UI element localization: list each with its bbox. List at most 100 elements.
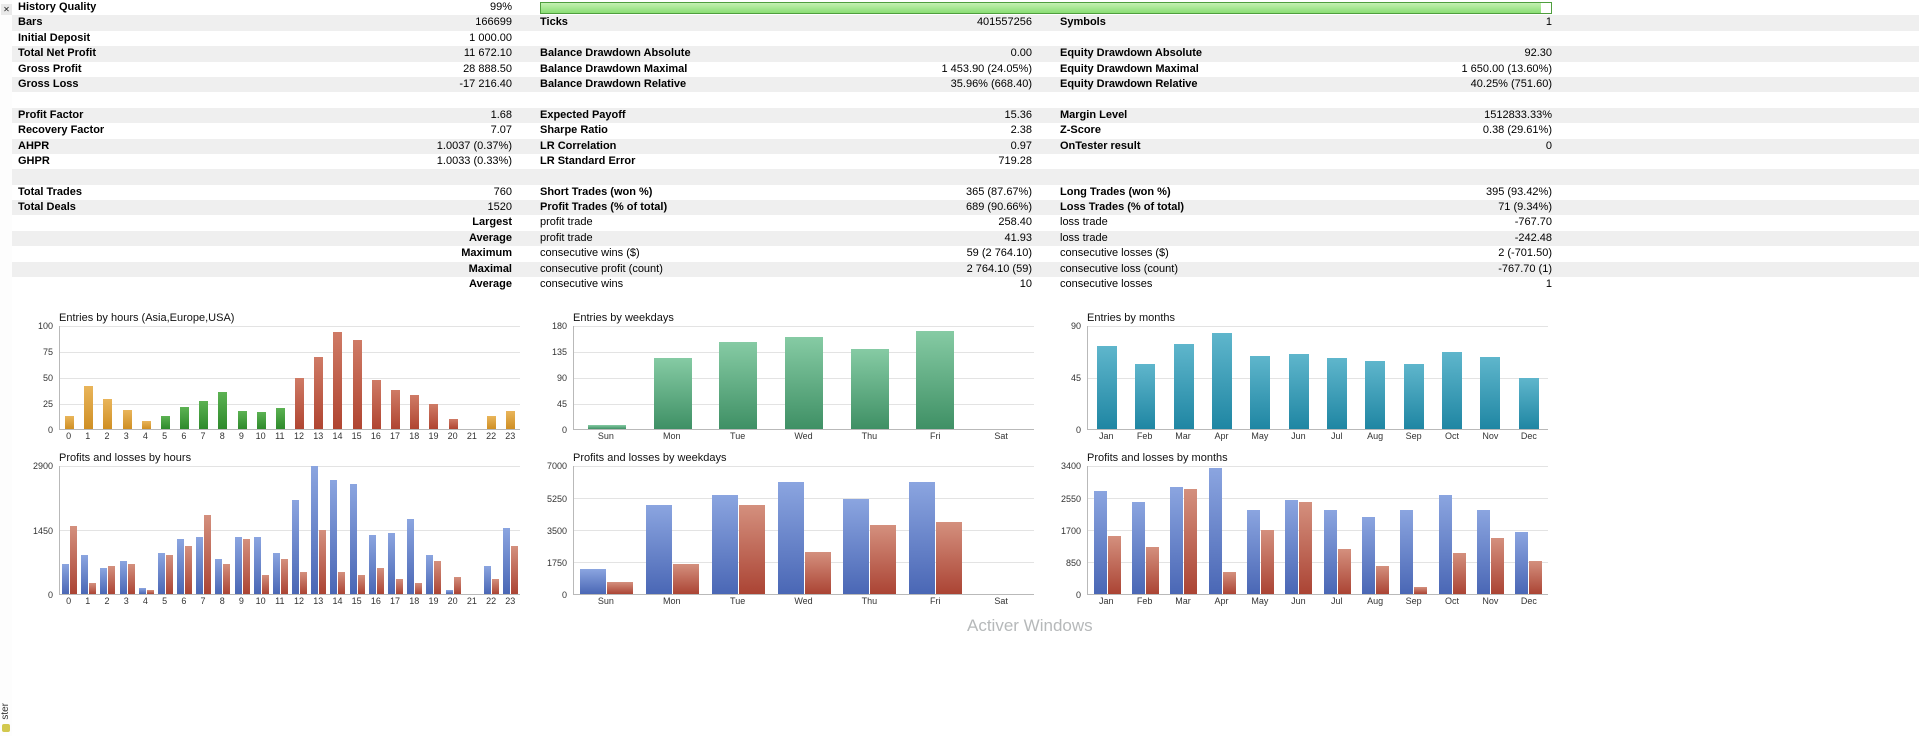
x-tick-label: 18 — [409, 431, 420, 442]
bar — [1208, 468, 1222, 595]
bar — [1403, 364, 1424, 430]
bar-group — [574, 326, 640, 430]
x-tick-label: 0 — [66, 431, 72, 442]
stats-row: Total Deals 1520 Profit Trades (% of total… — [12, 200, 1919, 216]
bar — [511, 545, 519, 595]
bar-group — [290, 466, 309, 595]
panel-edge: ✕ ster — [0, 0, 12, 736]
stat-value — [1372, 92, 1552, 107]
x-tick-label: 5 — [162, 431, 168, 442]
charts-grid: Entries by hours (Asia,Europe,USA) 0 25 50 7… — [12, 292, 1554, 616]
x-tick-label: 3 — [123, 431, 129, 442]
plot-area — [1087, 466, 1548, 596]
x-tick-label: 0 — [66, 596, 72, 607]
bar — [1337, 549, 1351, 595]
bar-group — [271, 326, 290, 430]
stat-label: Total Trades — [18, 185, 82, 198]
stat-value: Largest — [472, 216, 512, 229]
chart-body: 0 1750 3500 5250 7000 — [526, 461, 1040, 600]
bar — [711, 494, 738, 595]
x-tick-label: 16 — [370, 431, 381, 442]
stat-value: 1 453.90 (24.05%) — [941, 62, 1032, 75]
y-axis: 0 1450 2900 — [12, 461, 59, 600]
bar — [407, 519, 415, 595]
bar — [275, 407, 285, 430]
bar — [1170, 487, 1184, 595]
bar-group — [348, 326, 367, 430]
stat-value: 35.96% (668.40) — [950, 77, 1032, 90]
bar-group — [309, 466, 328, 595]
stat-label: GHPR — [18, 154, 50, 167]
tester-tab[interactable]: ster — [0, 703, 12, 720]
bar-group — [1433, 326, 1471, 430]
bar-group — [1088, 466, 1126, 595]
stat-label: consecutive wins — [540, 278, 624, 291]
bar-group — [903, 466, 969, 595]
bars-layer — [60, 466, 520, 595]
bar-group — [367, 326, 386, 430]
bar — [908, 481, 935, 595]
stat-value: 1.0037 (0.37%) — [436, 139, 512, 152]
stat-value: -17 216.40 — [459, 77, 512, 90]
bar-group — [1356, 466, 1394, 595]
bar — [81, 554, 89, 595]
bar — [100, 567, 108, 595]
stat-value: 2 764.10 (59) — [966, 262, 1032, 275]
stats-row: Gross Profit 28 888.50 Balance Drawdown Ma… — [12, 62, 1919, 77]
stat-value — [342, 92, 512, 107]
bar-group — [118, 466, 137, 595]
bar — [160, 416, 170, 430]
stat-label: Long Trades (won %) — [1060, 185, 1171, 198]
stats-row: Maximal consecutive profit (count) 2 764.1… — [12, 261, 1919, 278]
stat-value: 2 (-701.50) — [1498, 247, 1552, 260]
bar — [62, 563, 70, 595]
bar-group — [501, 466, 520, 595]
x-tick-label: 20 — [447, 596, 458, 607]
stats-row: Bars 166699 Ticks 401557256 Symbols 1 — [12, 15, 1919, 31]
bar — [177, 539, 185, 595]
chart-entries-by-hours: Entries by hours (Asia,Europe,USA) 0 25 50 7… — [12, 311, 526, 443]
stat-value: 1 000.00 — [469, 31, 512, 44]
bar-group — [1126, 326, 1164, 430]
stat-value: 365 (87.67%) — [965, 185, 1032, 198]
bar-group — [137, 326, 156, 430]
x-tick-label: Feb — [1136, 431, 1153, 442]
bar-group — [771, 326, 837, 430]
bars-layer — [574, 466, 1034, 595]
bar — [165, 554, 173, 595]
bar-group — [705, 326, 771, 430]
stats-row — [12, 169, 1919, 185]
bar — [719, 342, 758, 430]
stat-value: 40.25% (751.60) — [1470, 77, 1552, 90]
stat-label: Total Net Profit — [18, 47, 97, 60]
stat-value: 71 (9.34%) — [1498, 201, 1552, 214]
stat-label: LR Correlation — [540, 139, 617, 152]
bar — [300, 572, 308, 595]
stat-value: 15.36 — [1004, 108, 1032, 121]
bar — [777, 481, 804, 595]
bar — [180, 406, 190, 430]
x-tick-label: 3 — [123, 596, 129, 607]
x-tick-label: 4 — [142, 596, 148, 607]
bar-group — [1471, 326, 1509, 430]
bar-group — [1165, 326, 1203, 430]
stat-value — [858, 92, 1032, 107]
bar-group — [443, 466, 462, 595]
bar-group — [328, 466, 347, 595]
chart-title: Entries by months — [1087, 312, 1176, 325]
bar-group — [463, 466, 482, 594]
x-tick-label: 2 — [104, 431, 110, 442]
bar-group — [137, 466, 156, 595]
y-tick-label: 50 — [42, 373, 53, 384]
stat-label — [12, 231, 342, 246]
bar — [65, 416, 75, 430]
stat-value: 1 — [1545, 278, 1552, 291]
bar — [1097, 345, 1118, 430]
bar — [292, 499, 300, 595]
y-tick-label: 135 — [551, 347, 567, 358]
close-panel-button[interactable]: ✕ — [1, 4, 12, 15]
bar-group — [79, 326, 98, 430]
stat-label: Equity Drawdown Maximal — [1060, 62, 1199, 75]
bar — [388, 532, 395, 595]
chart-profits-and-losses-by-weekdays: Profits and losses by weekdays 0 1750 3500 5… — [526, 451, 1040, 608]
